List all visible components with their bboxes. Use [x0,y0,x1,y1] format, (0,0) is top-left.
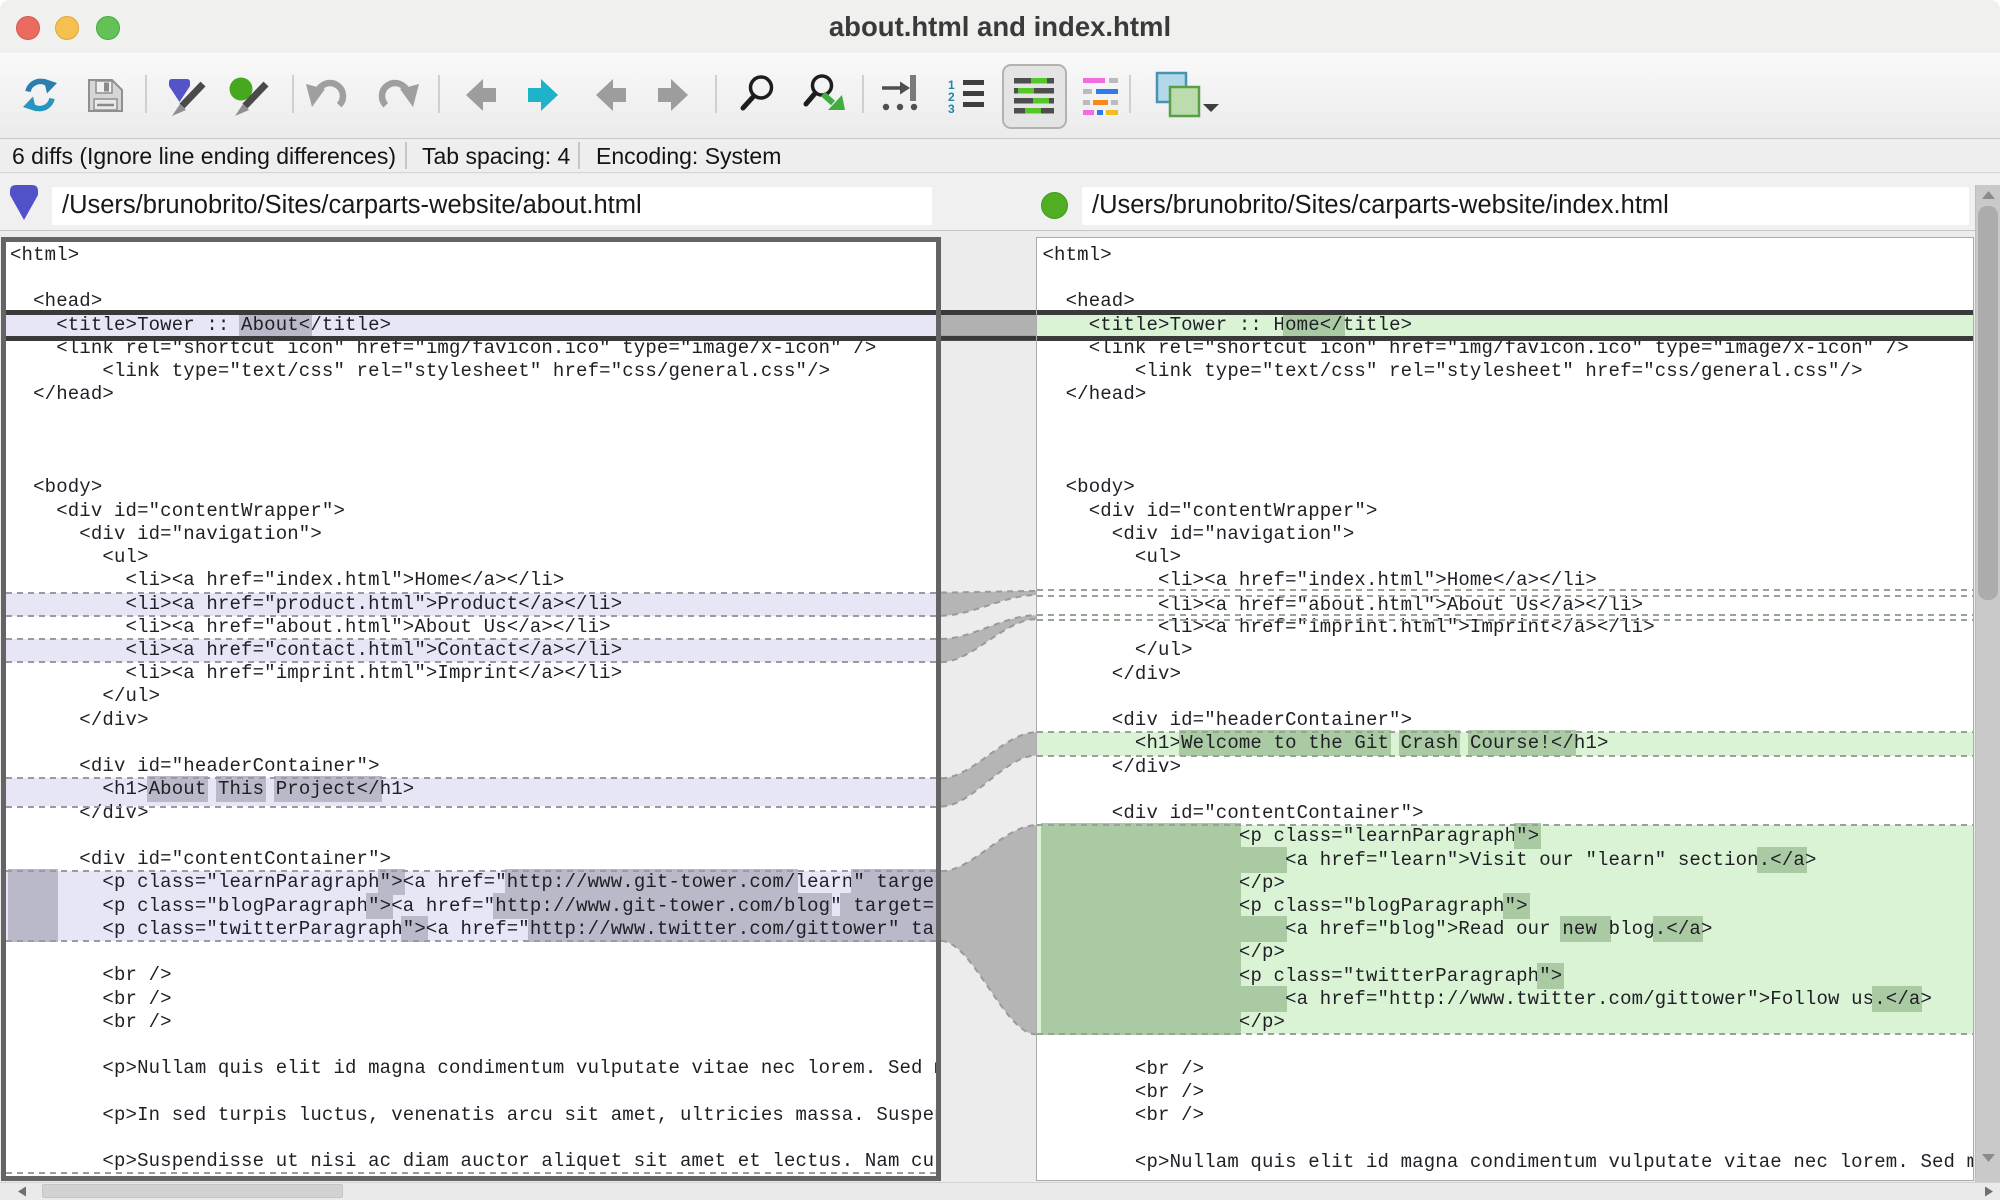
svg-text:3: 3 [948,102,955,116]
